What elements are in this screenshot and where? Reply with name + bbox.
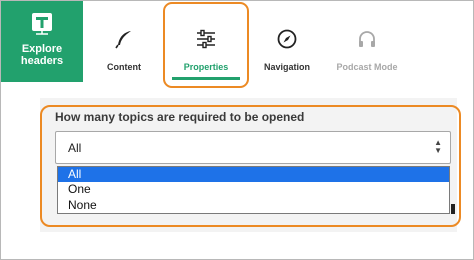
- properties-highlight-outline: [163, 2, 249, 88]
- compass-icon: [277, 29, 297, 49]
- tab-content[interactable]: Content: [89, 1, 159, 82]
- brand-label: Explore headers: [1, 43, 83, 67]
- text-header-icon: [32, 13, 52, 35]
- brand-label-line1: Explore: [21, 43, 63, 55]
- question-highlight-outline: [40, 105, 461, 227]
- tab-podcast-mode-label: Podcast Mode: [336, 62, 398, 72]
- brand-label-line2: headers: [20, 55, 64, 67]
- tab-navigation[interactable]: Navigation: [253, 1, 321, 82]
- toolbar: Explore headers Content Properties Navig…: [1, 1, 473, 88]
- feather-icon: [115, 31, 131, 49]
- headphones-icon: [359, 31, 375, 47]
- tab-navigation-label: Navigation: [263, 62, 310, 72]
- tab-properties[interactable]: Properties: [163, 1, 249, 88]
- tab-podcast-mode[interactable]: Podcast Mode: [327, 1, 407, 82]
- brand-tile[interactable]: Explore headers: [1, 1, 83, 82]
- tab-content-label: Content: [107, 62, 141, 72]
